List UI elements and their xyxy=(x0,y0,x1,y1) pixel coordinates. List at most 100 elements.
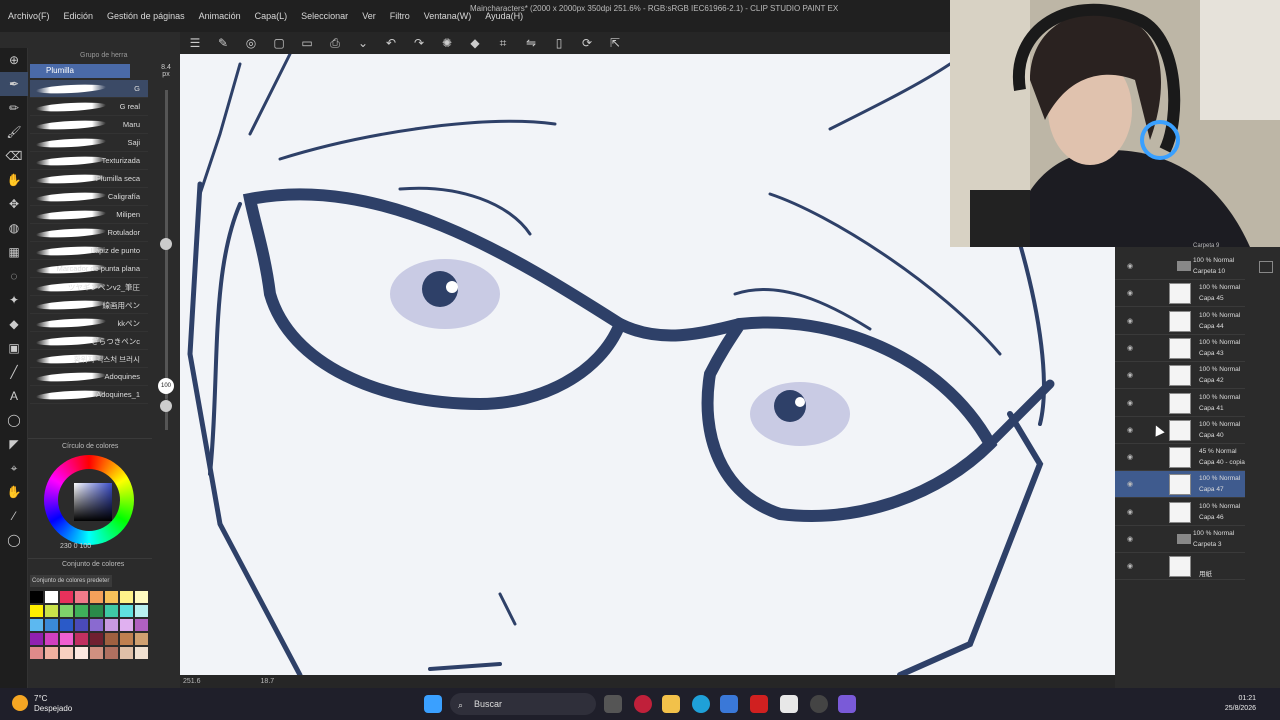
new-file-icon[interactable]: ▢ xyxy=(272,36,286,50)
color-swatch[interactable] xyxy=(60,605,73,617)
color-swatch[interactable] xyxy=(30,605,43,617)
opacity-knob[interactable] xyxy=(160,400,172,412)
layer-folder[interactable]: ◉ 100 % Normal Carpeta 10 xyxy=(1115,253,1245,280)
color-swatch[interactable] xyxy=(120,633,133,645)
layer-row[interactable]: ◉ 100 % Normal Capa 40 xyxy=(1115,417,1245,444)
subtool-group-tab[interactable]: Plumilla xyxy=(30,64,130,78)
layer-row[interactable]: ◉ 100 % Normal Capa 46 xyxy=(1115,499,1245,526)
fill-bucket-icon[interactable]: ◍ xyxy=(0,216,28,240)
color-swatch[interactable] xyxy=(75,633,88,645)
zoom-value[interactable]: 251.6 xyxy=(183,675,201,688)
layer-row[interactable]: ◉ 100 % Normal Capa 41 xyxy=(1115,390,1245,417)
layer-row[interactable]: ◉ 100 % Normal Capa 43 xyxy=(1115,335,1245,362)
ruler-icon[interactable]: ◤ xyxy=(0,432,28,456)
color-swatch[interactable] xyxy=(75,647,88,659)
search-box[interactable]: Buscar xyxy=(450,693,596,715)
visibility-eye-icon[interactable]: ◉ xyxy=(1127,289,1133,297)
refresh-icon[interactable]: ⟳ xyxy=(580,36,594,50)
visibility-eye-icon[interactable]: ◉ xyxy=(1127,453,1133,461)
fill-icon[interactable]: ◆ xyxy=(468,36,482,50)
visibility-eye-icon[interactable]: ◉ xyxy=(1127,426,1133,434)
visibility-eye-icon[interactable]: ◉ xyxy=(1127,508,1133,516)
color-swatch[interactable] xyxy=(30,591,43,603)
blend-icon[interactable]: ✋ xyxy=(0,168,28,192)
eraser-icon[interactable]: ⌫ xyxy=(0,144,28,168)
visibility-eye-icon[interactable]: ◉ xyxy=(1127,262,1133,270)
color-swatch[interactable] xyxy=(135,633,148,645)
pen-icon[interactable]: ✒ xyxy=(0,72,28,96)
layer-row[interactable]: ◉ 100 % Normal Capa 45 xyxy=(1115,280,1245,308)
brush-item[interactable]: ツヤギンペンv2_筆圧 xyxy=(30,278,148,296)
layer-row[interactable]: ◉ 100 % Normal Capa 47 xyxy=(1115,471,1245,499)
undo-icon[interactable]: ↶ xyxy=(384,36,398,50)
layer-row[interactable]: ◉ 用紙 xyxy=(1115,553,1245,581)
menu-item[interactable]: Animación xyxy=(199,11,241,21)
store-icon[interactable] xyxy=(720,695,738,713)
gradient-icon[interactable]: ◆ xyxy=(0,312,28,336)
export-icon[interactable]: ⇱ xyxy=(608,36,622,50)
visibility-eye-icon[interactable]: ◉ xyxy=(1127,562,1133,570)
color-swatch[interactable] xyxy=(60,633,73,645)
brush-item[interactable]: G xyxy=(30,80,148,98)
crop-icon[interactable]: ⌗ xyxy=(496,36,510,50)
color-swatch[interactable] xyxy=(60,647,73,659)
brush-item[interactable]: ざらつきペンc xyxy=(30,332,148,350)
system-clock[interactable]: 01:21 25/8/2026 xyxy=(1225,694,1256,714)
layer-property-icon[interactable] xyxy=(1259,261,1273,273)
brush-item[interactable]: Plumilla seca xyxy=(30,170,148,188)
brush-item[interactable]: Marcador de punta plana xyxy=(30,260,148,278)
color-swatch[interactable] xyxy=(90,591,103,603)
edge-icon[interactable] xyxy=(692,695,710,713)
visibility-eye-icon[interactable]: ◉ xyxy=(1127,399,1133,407)
simple-mode-icon[interactable]: ✎ xyxy=(216,36,230,50)
color-swatch[interactable] xyxy=(60,619,73,631)
color-swatch[interactable] xyxy=(45,605,58,617)
balloon-icon[interactable]: ◯ xyxy=(0,408,28,432)
main-color-icon[interactable]: ◯ xyxy=(0,528,28,552)
visibility-eye-icon[interactable]: ◉ xyxy=(1127,344,1133,352)
brush-item[interactable]: Texturizada xyxy=(30,152,148,170)
layer-row[interactable]: ◉ 100 % Normal Capa 44 xyxy=(1115,308,1245,335)
color-swatch[interactable] xyxy=(75,605,88,617)
brush-item[interactable]: 線画用ペン xyxy=(30,296,148,314)
color-swatch[interactable] xyxy=(45,591,58,603)
color-swatch[interactable] xyxy=(105,591,118,603)
menu-icon[interactable]: ☰ xyxy=(188,36,202,50)
magic-wand-icon[interactable]: ✦ xyxy=(0,288,28,312)
operation-icon[interactable]: ⌖ xyxy=(0,456,28,480)
lasso-icon[interactable]: ◌ xyxy=(0,264,28,288)
visibility-eye-icon[interactable]: ◉ xyxy=(1127,535,1133,543)
visibility-eye-icon[interactable]: ◉ xyxy=(1127,317,1133,325)
wps-icon[interactable] xyxy=(750,695,768,713)
brush-item[interactable]: 황위지 픽스처 브러시 xyxy=(30,350,148,368)
flip-icon[interactable]: ⇋ xyxy=(524,36,538,50)
brush-size-knob[interactable] xyxy=(160,238,172,250)
color-swatch[interactable] xyxy=(30,633,43,645)
menu-item[interactable]: Seleccionar xyxy=(301,11,348,21)
brush-item[interactable]: Adoquines xyxy=(30,368,148,386)
menu-item[interactable]: Capa(L) xyxy=(255,11,288,21)
brush-size-slider[interactable]: 8.4px 100 % xyxy=(152,60,180,440)
color-swatch[interactable] xyxy=(60,591,73,603)
rectangle-icon[interactable]: ▣ xyxy=(0,336,28,360)
zoom-icon[interactable]: ⊕ xyxy=(0,48,28,72)
color-swatch[interactable] xyxy=(90,619,103,631)
clip-studio-taskbar-icon[interactable] xyxy=(780,695,798,713)
task-view-icon[interactable] xyxy=(604,695,622,713)
pencil-icon[interactable]: ✏ xyxy=(0,96,28,120)
brush-item[interactable]: Milipen xyxy=(30,206,148,224)
open-folder-icon[interactable]: ▭ xyxy=(300,36,314,50)
layer-row[interactable]: ◉ 100 % Normal Capa 42 xyxy=(1115,362,1245,390)
color-swatch[interactable] xyxy=(30,619,43,631)
color-swatch[interactable] xyxy=(120,605,133,617)
opera-icon[interactable] xyxy=(634,695,652,713)
color-swatch[interactable] xyxy=(90,647,103,659)
weather-widget[interactable]: 7°C Despejado xyxy=(34,694,72,714)
color-swatch[interactable] xyxy=(120,619,133,631)
loading-icon[interactable]: ✺ xyxy=(440,36,454,50)
eyedropper-icon[interactable]: ⁄ xyxy=(0,504,28,528)
color-swatch[interactable] xyxy=(120,647,133,659)
color-swatch[interactable] xyxy=(120,591,133,603)
device-icon[interactable]: ▯ xyxy=(552,36,566,50)
color-swatch[interactable] xyxy=(45,647,58,659)
